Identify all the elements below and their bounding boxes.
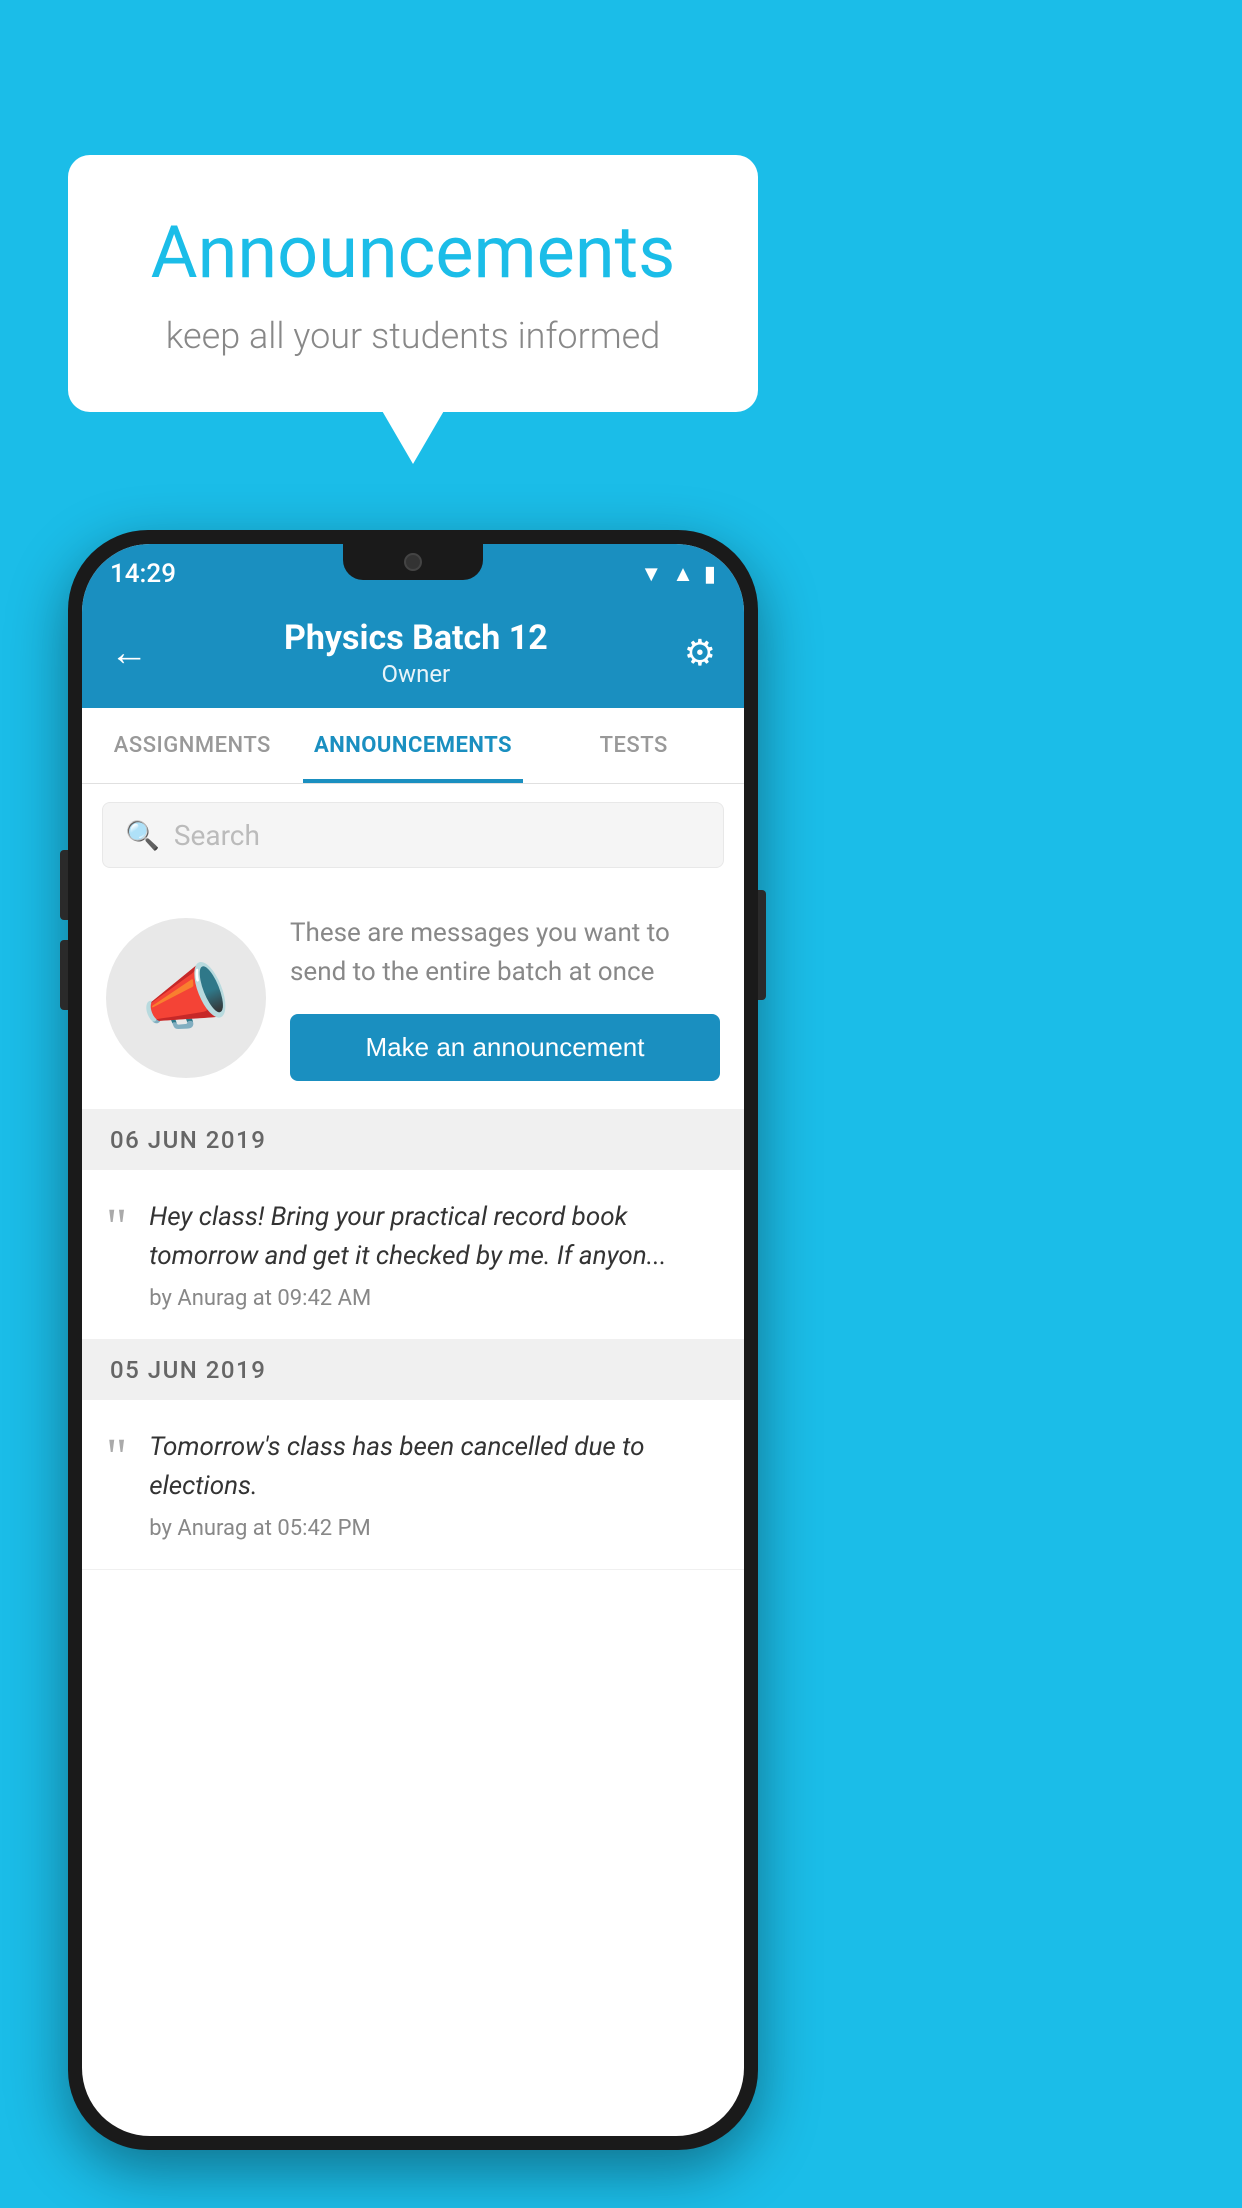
wifi-icon: ▼	[640, 561, 662, 587]
message-meta-1: by Anurag at 09:42 AM	[149, 1286, 720, 1311]
prompt-description: These are messages you want to send to t…	[290, 914, 720, 992]
volume-down-button[interactable]	[60, 940, 68, 1010]
quote-icon-2: "	[106, 1432, 127, 1484]
signal-icon: ▲	[672, 561, 694, 587]
message-content-1: Hey class! Bring your practical record b…	[149, 1198, 720, 1311]
bubble-title: Announcements	[128, 210, 698, 295]
volume-up-button[interactable]	[60, 850, 68, 920]
tab-assignments[interactable]: ASSIGNMENTS	[82, 708, 303, 783]
make-announcement-button[interactable]: Make an announcement	[290, 1014, 720, 1081]
tab-announcements[interactable]: ANNOUNCEMENTS	[303, 708, 524, 783]
message-meta-2: by Anurag at 05:42 PM	[149, 1516, 720, 1541]
date-section-2: 05 JUN 2019	[82, 1340, 744, 1400]
bubble-subtitle: keep all your students informed	[128, 315, 698, 357]
search-placeholder: Search	[174, 819, 260, 852]
date-section-1: 06 JUN 2019	[82, 1110, 744, 1170]
battery-icon: ▮	[704, 562, 716, 587]
header-title: Physics Batch 12	[284, 618, 548, 658]
search-icon: 🔍	[125, 819, 160, 852]
header-center: Physics Batch 12 Owner	[284, 618, 548, 688]
status-time: 14:29	[110, 559, 176, 589]
message-content-2: Tomorrow's class has been cancelled due …	[149, 1428, 720, 1541]
notch	[343, 544, 483, 580]
phone-frame: 14:29 ▼ ▲ ▮ ← Physics Batch 12 Owner ⚙ A…	[68, 530, 758, 2150]
tab-bar: ASSIGNMENTS ANNOUNCEMENTS TESTS	[82, 708, 744, 784]
search-bar[interactable]: 🔍 Search	[102, 802, 724, 868]
tab-tests[interactable]: TESTS	[523, 708, 744, 783]
speech-bubble: Announcements keep all your students inf…	[68, 155, 758, 412]
megaphone-circle: 📣	[106, 918, 266, 1078]
settings-button[interactable]: ⚙	[684, 632, 716, 674]
message-item-2[interactable]: " Tomorrow's class has been cancelled du…	[82, 1400, 744, 1570]
app-header: ← Physics Batch 12 Owner ⚙	[82, 598, 744, 708]
header-subtitle: Owner	[284, 660, 548, 688]
message-text-2: Tomorrow's class has been cancelled due …	[149, 1428, 720, 1506]
megaphone-icon: 📣	[141, 955, 231, 1040]
power-button[interactable]	[758, 890, 766, 1000]
camera	[404, 553, 422, 571]
back-button[interactable]: ←	[110, 631, 148, 675]
date-label-1: 06 JUN 2019	[110, 1126, 266, 1154]
message-item-1[interactable]: " Hey class! Bring your practical record…	[82, 1170, 744, 1340]
message-text-1: Hey class! Bring your practical record b…	[149, 1198, 720, 1276]
announcement-prompt: 📣 These are messages you want to send to…	[82, 886, 744, 1110]
status-icons: ▼ ▲ ▮	[640, 561, 716, 587]
search-container: 🔍 Search	[82, 784, 744, 886]
date-label-2: 05 JUN 2019	[110, 1356, 266, 1384]
quote-icon-1: "	[106, 1202, 127, 1254]
speech-bubble-container: Announcements keep all your students inf…	[68, 155, 758, 412]
prompt-right: These are messages you want to send to t…	[290, 914, 720, 1081]
phone-screen: 14:29 ▼ ▲ ▮ ← Physics Batch 12 Owner ⚙ A…	[82, 544, 744, 2136]
